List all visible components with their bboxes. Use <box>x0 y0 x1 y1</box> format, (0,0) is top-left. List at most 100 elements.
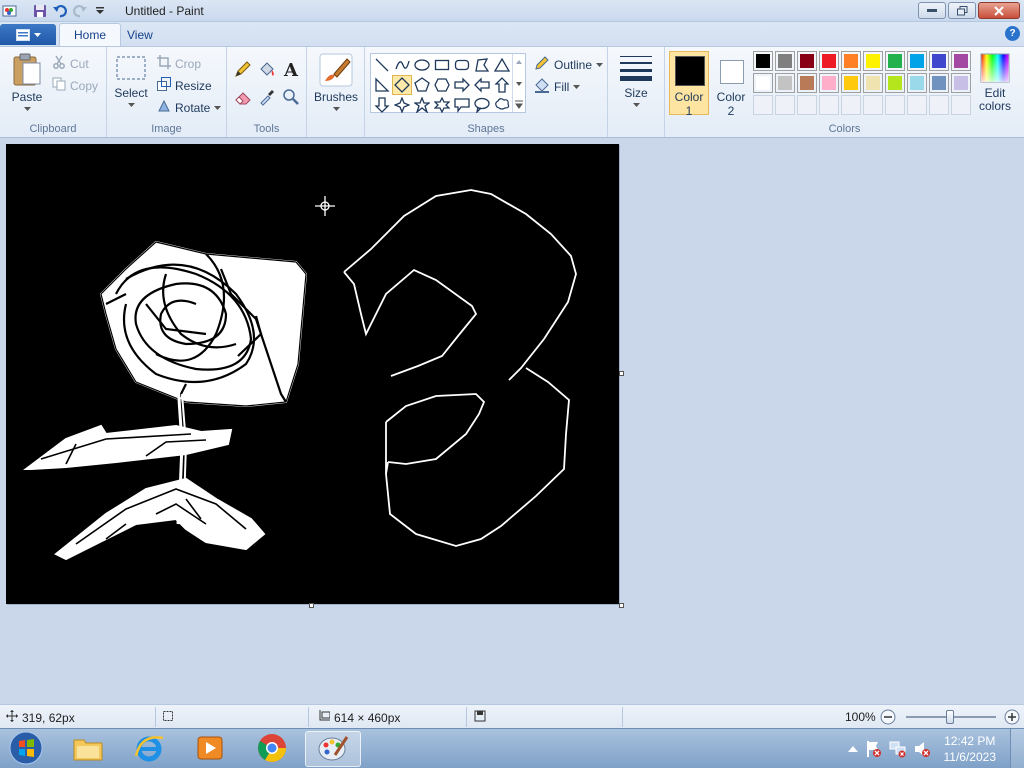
rectangle-shape-icon[interactable] <box>432 55 452 75</box>
palette-swatch-empty[interactable] <box>819 95 839 115</box>
undo-icon[interactable] <box>52 3 68 19</box>
polygon-shape-icon[interactable] <box>472 55 492 75</box>
edit-colors-button[interactable]: Edit colors <box>975 53 1015 113</box>
resize-handle-corner[interactable] <box>619 603 624 608</box>
palette-swatch[interactable] <box>753 51 773 71</box>
five-point-star-shape-icon[interactable] <box>412 95 432 115</box>
color2-button[interactable]: Color 2 <box>711 51 751 118</box>
triangle-shape-icon[interactable] <box>492 55 512 75</box>
workspace[interactable] <box>0 138 1024 704</box>
palette-swatch[interactable] <box>841 51 861 71</box>
right-triangle-shape-icon[interactable] <box>372 75 392 95</box>
taskbar-media-player[interactable] <box>182 731 238 767</box>
action-center-icon[interactable] <box>864 739 884 759</box>
copy-button[interactable]: Copy <box>52 77 98 94</box>
cut-button[interactable]: Cut <box>52 55 89 72</box>
palette-swatch-empty[interactable] <box>775 95 795 115</box>
oval-callout-shape-icon[interactable] <box>472 95 492 115</box>
taskbar-chrome[interactable] <box>244 731 300 767</box>
system-clock[interactable]: 12:42 PM 11/6/2023 <box>944 733 997 765</box>
size-button[interactable]: Size <box>618 53 654 107</box>
paint-app-icon[interactable] <box>2 3 18 19</box>
palette-swatch[interactable] <box>775 73 795 93</box>
palette-swatch[interactable] <box>929 73 949 93</box>
palette-swatch[interactable] <box>819 73 839 93</box>
show-hidden-icons-button[interactable] <box>843 739 863 759</box>
tab-home[interactable]: Home <box>59 23 122 46</box>
close-button[interactable] <box>978 2 1020 19</box>
text-tool[interactable]: A <box>280 59 302 81</box>
taskbar-paint[interactable] <box>305 731 361 767</box>
palette-swatch[interactable] <box>907 73 927 93</box>
network-icon[interactable] <box>888 739 908 759</box>
palette-swatch[interactable] <box>819 51 839 71</box>
start-button[interactable] <box>0 731 52 767</box>
minimize-button[interactable] <box>918 2 946 19</box>
zoom-out-button[interactable] <box>880 709 896 728</box>
resize-handle-right[interactable] <box>619 371 624 376</box>
customize-toolbar-icon[interactable] <box>92 3 108 19</box>
fill-tool[interactable] <box>256 59 278 81</box>
diamond-shape-icon[interactable] <box>392 75 412 95</box>
color-picker-tool[interactable] <box>256 87 278 109</box>
fill-button[interactable]: Fill <box>534 77 581 96</box>
palette-swatch[interactable] <box>797 51 817 71</box>
show-desktop-button[interactable] <box>1010 729 1024 768</box>
palette-swatch-empty[interactable] <box>951 95 971 115</box>
zoom-in-button[interactable] <box>1004 709 1020 728</box>
palette-swatch[interactable] <box>885 51 905 71</box>
rotate-button[interactable]: Rotate <box>157 99 222 116</box>
palette-swatch-empty[interactable] <box>929 95 949 115</box>
palette-swatch-empty[interactable] <box>863 95 883 115</box>
paste-button[interactable]: Paste <box>8 53 46 111</box>
palette-swatch-empty[interactable] <box>797 95 817 115</box>
zoom-slider-thumb[interactable] <box>946 710 954 724</box>
cloud-callout-shape-icon[interactable] <box>492 95 512 115</box>
palette-swatch[interactable] <box>863 51 883 71</box>
taskbar-file-explorer[interactable] <box>60 731 116 767</box>
pencil-tool[interactable] <box>232 59 254 81</box>
crop-button[interactable]: Crop <box>157 55 201 72</box>
drawing-canvas[interactable] <box>6 144 619 604</box>
curve-shape-icon[interactable] <box>392 55 412 75</box>
palette-swatch-empty[interactable] <box>753 95 773 115</box>
hexagon-shape-icon[interactable] <box>432 75 452 95</box>
color1-button[interactable]: Color 1 <box>669 51 709 118</box>
palette-swatch[interactable] <box>841 73 861 93</box>
line-shape-icon[interactable] <box>372 55 392 75</box>
volume-muted-icon[interactable] <box>912 739 932 759</box>
restore-button[interactable] <box>948 2 976 19</box>
palette-swatch[interactable] <box>885 73 905 93</box>
resize-button[interactable]: Resize <box>157 77 212 94</box>
four-point-star-shape-icon[interactable] <box>392 95 412 115</box>
six-point-star-shape-icon[interactable] <box>432 95 452 115</box>
palette-swatch[interactable] <box>775 51 795 71</box>
palette-swatch-empty[interactable] <box>907 95 927 115</box>
right-arrow-shape-icon[interactable] <box>452 75 472 95</box>
help-icon[interactable]: ? <box>1005 26 1020 41</box>
select-button[interactable]: Select <box>113 55 149 107</box>
down-arrow-shape-icon[interactable] <box>372 95 392 115</box>
tab-view[interactable]: View <box>113 23 167 46</box>
palette-swatch[interactable] <box>753 73 773 93</box>
palette-swatch[interactable] <box>797 73 817 93</box>
pentagon-shape-icon[interactable] <box>412 75 432 95</box>
taskbar-internet-explorer[interactable] <box>121 731 177 767</box>
palette-swatch[interactable] <box>951 73 971 93</box>
palette-swatch-empty[interactable] <box>885 95 905 115</box>
magnifier-tool[interactable] <box>280 87 302 109</box>
redo-icon[interactable] <box>72 3 88 19</box>
palette-swatch[interactable] <box>863 73 883 93</box>
oval-shape-icon[interactable] <box>412 55 432 75</box>
palette-swatch[interactable] <box>951 51 971 71</box>
outline-button[interactable]: Outline <box>534 55 604 74</box>
brushes-button[interactable]: Brushes <box>313 53 359 111</box>
save-icon[interactable] <box>32 3 48 19</box>
up-arrow-shape-icon[interactable] <box>492 75 512 95</box>
shapes-scrollbar[interactable] <box>512 54 525 112</box>
palette-swatch[interactable] <box>929 51 949 71</box>
left-arrow-shape-icon[interactable] <box>472 75 492 95</box>
eraser-tool[interactable] <box>232 87 254 109</box>
palette-swatch-empty[interactable] <box>841 95 861 115</box>
rounded-rectangle-shape-icon[interactable] <box>452 55 472 75</box>
